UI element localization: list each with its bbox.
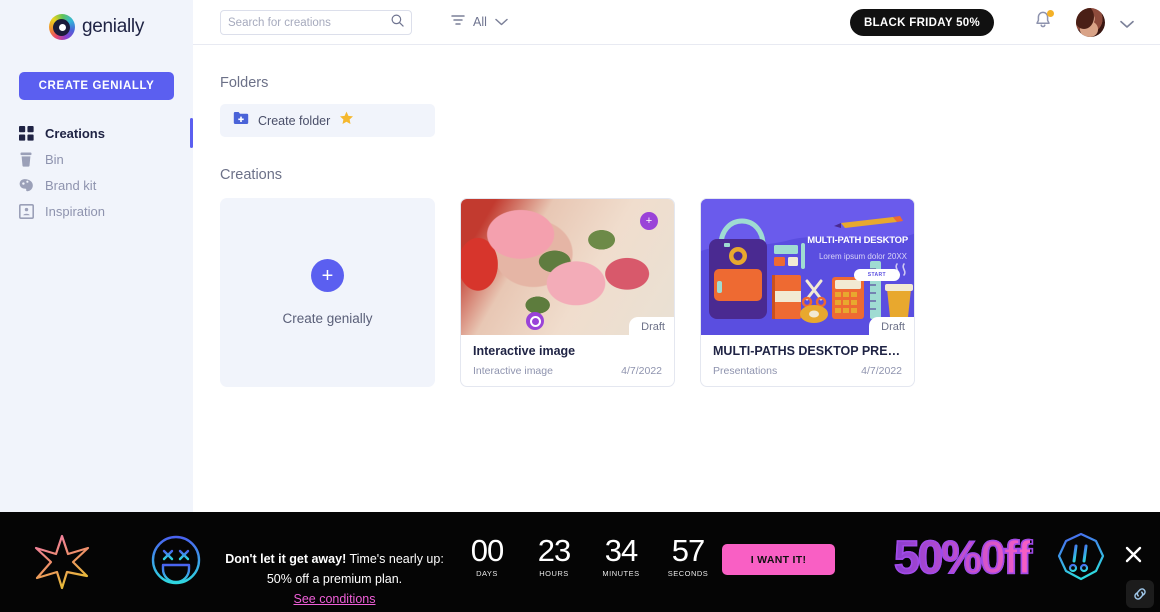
create-genially-card[interactable]: + Create genially: [220, 198, 435, 387]
filter-dropdown[interactable]: All: [451, 13, 508, 31]
countdown-timer: 00 DAYS 23 HOURS 34 MINUTES 57 SECONDS: [462, 533, 713, 579]
thumb-start-button: START: [853, 269, 900, 281]
creation-thumbnail: MULTI-PATH DESKTOP Lorem ipsum dolor 20X…: [701, 199, 914, 335]
promo-message: Don't let it get away! Time's nearly up:…: [222, 549, 447, 609]
create-genially-button[interactable]: CREATE GENIALLY: [19, 72, 174, 100]
promo-headline-bold: Don't let it get away!: [225, 552, 347, 566]
status-badge: Draft: [869, 317, 914, 335]
creation-card[interactable]: + Draft Interactive image Interactive im…: [460, 198, 675, 387]
sidebar-item-creations[interactable]: Creations: [0, 120, 193, 146]
sparkle-star-icon: [33, 534, 91, 595]
folder-add-icon: [233, 111, 249, 130]
countdown-unit: 23 HOURS: [529, 533, 579, 579]
premium-star-icon: [339, 111, 354, 130]
sidebar-item-label: Brand kit: [45, 177, 97, 193]
plus-icon: +: [311, 259, 344, 292]
countdown-value: 57: [671, 533, 705, 568]
search-box[interactable]: [220, 10, 412, 35]
close-icon: [1125, 546, 1141, 562]
creation-type: Interactive image: [473, 365, 553, 377]
interactive-marker-plus-icon: +: [640, 212, 658, 230]
double-exclamation-icon: [1055, 532, 1107, 589]
thumb-subtitle: Lorem ipsum dolor 20XX: [818, 252, 907, 261]
genially-dashboard: genially CREATE GENIALLY Creations Bin B…: [0, 0, 1160, 612]
create-genially-card-label: Create genially: [282, 311, 373, 326]
sidebar-item-inspiration[interactable]: Inspiration: [0, 198, 193, 224]
paint-icon: [18, 177, 34, 193]
creation-meta: Interactive image 4/7/2022: [473, 365, 662, 377]
brand-name: genially: [81, 16, 145, 37]
countdown-value: 34: [604, 533, 638, 568]
creations-grid: + Create genially + Draft Interactive im…: [220, 198, 1160, 387]
creation-title: MULTI-PATHS DESKTOP PRESENT…: [713, 344, 902, 358]
creation-card-body: MULTI-PATHS DESKTOP PRESENT… Presentatio…: [701, 335, 914, 377]
avatar[interactable]: [1076, 8, 1105, 37]
notifications-bell[interactable]: [1034, 10, 1054, 35]
frame-icon: [18, 203, 34, 219]
trash-icon: [18, 151, 34, 167]
genially-logo-icon: [48, 14, 75, 40]
main-content: Folders Create folder Creations + Create…: [193, 45, 1160, 512]
grid-icon: [18, 125, 34, 141]
creation-title: Interactive image: [473, 344, 576, 358]
sidebar-item-brand-kit[interactable]: Brand kit: [0, 172, 193, 198]
interactive-marker-dot-icon: [526, 312, 544, 330]
see-conditions-link[interactable]: See conditions: [293, 592, 375, 606]
countdown-value: 00: [470, 533, 504, 568]
promo-banner: Don't let it get away! Time's nearly up:…: [0, 512, 1160, 612]
countdown-unit: 34 MINUTES: [596, 533, 646, 579]
creation-date: 4/7/2022: [861, 365, 902, 377]
desk-illustration: [701, 199, 914, 323]
countdown-unit: 57 SECONDS: [663, 533, 713, 579]
creation-card[interactable]: MULTI-PATH DESKTOP Lorem ipsum dolor 20X…: [700, 198, 915, 387]
status-badge: Draft: [629, 317, 674, 335]
search-input[interactable]: [228, 16, 391, 29]
link-icon: [1134, 588, 1146, 600]
link-shortcut-button[interactable]: [1126, 580, 1154, 608]
close-banner-button[interactable]: [1122, 543, 1144, 565]
creation-type: Presentations: [713, 365, 778, 377]
filter-label: All: [473, 15, 487, 29]
creation-thumbnail: + Draft: [461, 199, 674, 335]
countdown-label: DAYS: [476, 569, 498, 578]
countdown-unit: 00 DAYS: [462, 533, 512, 579]
account-chevron-down-icon[interactable]: [1120, 16, 1134, 34]
brand-logo[interactable]: genially: [0, 5, 193, 49]
sidebar-item-label: Creations: [45, 125, 105, 141]
sidebar-nav: Creations Bin Brand kit Inspiration: [0, 120, 193, 224]
countdown-label: MINUTES: [602, 569, 640, 578]
top-bar: All BLACK FRIDAY 50%: [193, 0, 1160, 45]
creation-meta: Presentations 4/7/2022: [713, 365, 902, 377]
countdown-label: HOURS: [539, 569, 569, 578]
sidebar-item-bin[interactable]: Bin: [0, 146, 193, 172]
black-friday-button[interactable]: BLACK FRIDAY 50%: [850, 9, 994, 36]
creation-date: 4/7/2022: [621, 365, 662, 377]
notification-badge: [1047, 10, 1054, 17]
create-folder-button[interactable]: Create folder: [220, 104, 435, 137]
dizzy-face-icon: [150, 534, 202, 591]
countdown-value: 23: [537, 533, 571, 568]
i-want-it-button[interactable]: I WANT IT!: [722, 544, 835, 575]
chevron-down-icon: [495, 13, 508, 31]
offer-text: 50%0ff: [893, 530, 1033, 584]
sidebar-item-label: Bin: [45, 151, 64, 167]
sidebar-item-label: Inspiration: [45, 203, 105, 219]
creations-heading: Creations: [220, 167, 283, 183]
search-icon[interactable]: [391, 14, 404, 32]
create-folder-label: Create folder: [258, 113, 331, 128]
filter-icon: [451, 13, 465, 31]
creation-card-body: Interactive image Interactive image 4/7/…: [461, 335, 674, 377]
thumb-title: MULTI-PATH DESKTOP: [807, 235, 908, 246]
folders-heading: Folders: [220, 75, 269, 91]
countdown-label: SECONDS: [667, 569, 709, 578]
